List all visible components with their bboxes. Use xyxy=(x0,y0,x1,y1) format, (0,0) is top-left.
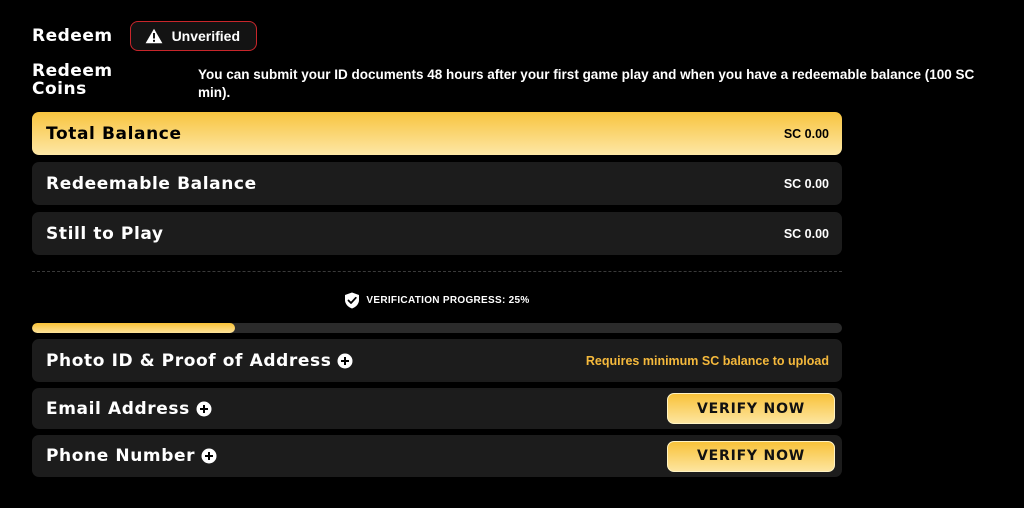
shield-check-icon xyxy=(345,292,360,309)
header: Redeem Unverified xyxy=(32,21,258,51)
verification-progress-bar xyxy=(32,323,842,333)
photo-id-row[interactable]: Photo ID & Proof of Address Requires min… xyxy=(32,339,842,382)
balance-label: Total Balance xyxy=(46,123,182,144)
divider xyxy=(32,271,842,272)
status-badge-label: Unverified xyxy=(171,28,241,44)
verify-phone-button[interactable]: VERIFY NOW xyxy=(667,440,835,472)
email-address-label[interactable]: Email Address xyxy=(46,399,212,419)
phone-number-label[interactable]: Phone Number xyxy=(46,446,217,466)
email-address-row[interactable]: Email Address VERIFY NOW xyxy=(32,388,842,429)
balance-label: Still to Play xyxy=(46,223,164,244)
plus-circle-icon[interactable] xyxy=(201,448,217,464)
balance-label: Redeemable Balance xyxy=(46,173,257,194)
verification-progress-label: VERIFICATION PROGRESS: 25% xyxy=(0,292,874,309)
balance-value: SC 0.00 xyxy=(783,176,829,191)
warning-icon xyxy=(145,28,162,44)
balance-value: SC 0.00 xyxy=(783,226,829,241)
status-badge: Unverified xyxy=(129,21,258,51)
photo-id-hint: Requires minimum SC balance to upload xyxy=(585,353,829,368)
section-heading: Redeem Coins xyxy=(32,62,142,98)
section-heading-text: Redeem Coins xyxy=(32,61,113,99)
balance-value: SC 0.00 xyxy=(783,126,829,141)
email-address-label-text: Email Address xyxy=(46,398,190,419)
redeemable-balance-row: Redeemable Balance SC 0.00 xyxy=(32,162,842,205)
verification-progress-fill xyxy=(32,323,235,333)
total-balance-row: Total Balance SC 0.00 xyxy=(32,112,842,155)
section-description: You can submit your ID documents 48 hour… xyxy=(198,67,975,100)
phone-number-label-text: Phone Number xyxy=(46,446,196,466)
still-to-play-row: Still to Play SC 0.00 xyxy=(32,212,842,255)
plus-circle-icon[interactable] xyxy=(337,353,353,369)
photo-id-label[interactable]: Photo ID & Proof of Address xyxy=(46,351,353,371)
photo-id-label-text: Photo ID & Proof of Address xyxy=(46,350,332,371)
page-title: Redeem xyxy=(32,26,113,46)
phone-number-row[interactable]: Phone Number VERIFY NOW xyxy=(32,435,842,477)
plus-circle-icon[interactable] xyxy=(196,401,212,417)
verify-email-button[interactable]: VERIFY NOW xyxy=(667,393,835,424)
verification-progress-text: VERIFICATION PROGRESS: 25% xyxy=(366,295,530,306)
